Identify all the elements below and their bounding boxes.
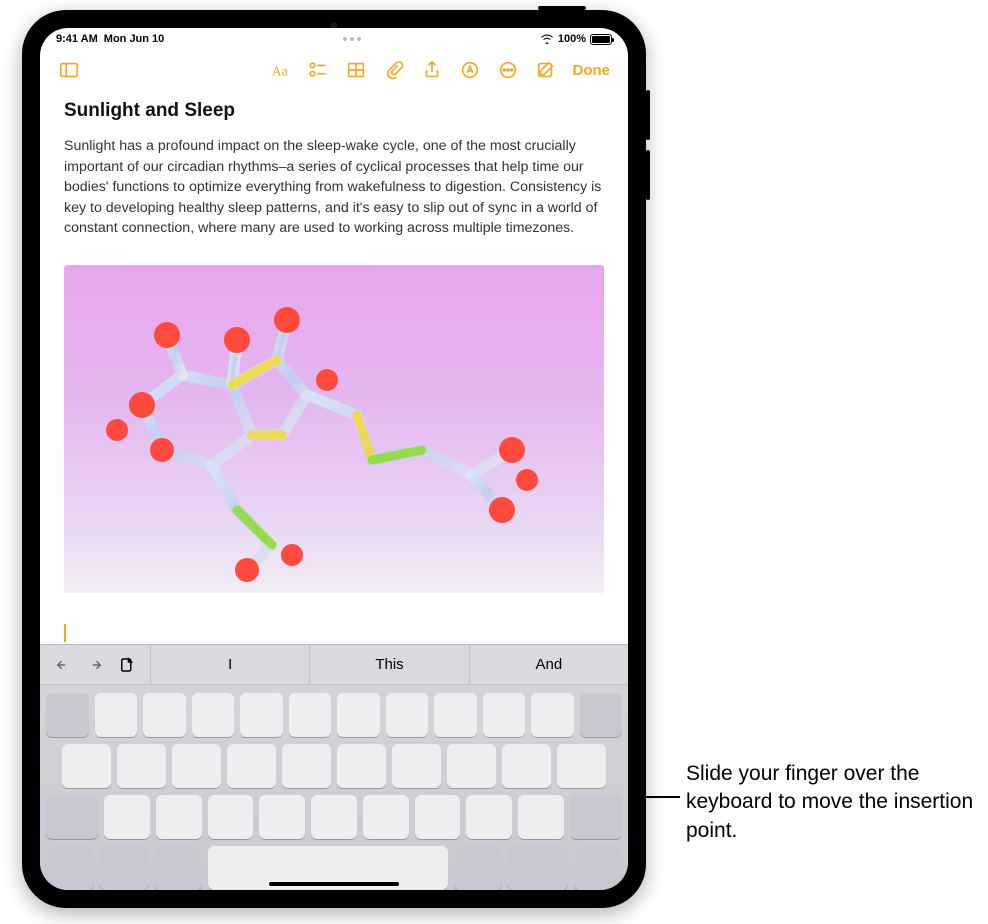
compose-icon[interactable] <box>529 53 563 87</box>
key[interactable] <box>531 693 574 737</box>
volume-up-button <box>646 90 650 140</box>
key[interactable] <box>46 693 89 737</box>
key[interactable] <box>466 795 512 839</box>
key[interactable] <box>483 693 526 737</box>
key[interactable] <box>447 744 496 788</box>
attachment-icon[interactable] <box>377 53 411 87</box>
callout-leader-line <box>640 663 642 835</box>
key[interactable] <box>311 795 357 839</box>
key[interactable] <box>62 744 111 788</box>
key[interactable] <box>282 744 331 788</box>
key[interactable] <box>104 795 150 839</box>
key[interactable] <box>337 693 380 737</box>
battery-icon <box>590 34 612 45</box>
key[interactable] <box>415 795 461 839</box>
numbers-key[interactable] <box>46 846 94 890</box>
keyboard-keys[interactable] <box>40 685 628 890</box>
note-image-molecule[interactable] <box>64 265 604 593</box>
key[interactable] <box>386 693 429 737</box>
status-date: Mon Jun 10 <box>104 33 165 45</box>
markup-icon[interactable] <box>453 53 487 87</box>
svg-text:Aa: Aa <box>271 64 287 79</box>
redo-icon[interactable] <box>86 656 104 674</box>
table-icon[interactable] <box>339 53 373 87</box>
note-paragraph: Sunlight has a profound impact on the sl… <box>64 136 604 239</box>
punctuation-key[interactable] <box>454 846 502 890</box>
more-icon[interactable] <box>491 53 525 87</box>
share-icon[interactable] <box>415 53 449 87</box>
sidebar-toggle-icon[interactable] <box>52 53 86 87</box>
ipad-frame: 9:41 AM Mon Jun 10 100% <box>22 10 646 908</box>
callout-text: Slide your finger over the keyboard to m… <box>686 760 976 845</box>
mic-key[interactable] <box>154 846 202 890</box>
undo-icon[interactable] <box>54 656 72 674</box>
key[interactable] <box>192 693 235 737</box>
shift-key[interactable] <box>46 795 98 839</box>
return-key[interactable] <box>508 846 568 890</box>
home-indicator[interactable] <box>269 882 399 886</box>
status-time: 9:41 AM <box>56 33 98 45</box>
key[interactable] <box>117 744 166 788</box>
battery-percent: 100% <box>558 33 586 45</box>
key[interactable] <box>156 795 202 839</box>
key[interactable] <box>172 744 221 788</box>
dismiss-keyboard-key[interactable] <box>574 846 622 890</box>
key[interactable] <box>557 744 606 788</box>
key[interactable] <box>259 795 305 839</box>
emoji-key[interactable] <box>100 846 148 890</box>
key[interactable] <box>95 693 138 737</box>
keyboard-suggestion[interactable]: And <box>469 645 628 684</box>
onscreen-keyboard[interactable]: I This And <box>40 644 628 890</box>
volume-down-button <box>646 150 650 200</box>
key[interactable] <box>580 693 623 737</box>
checklist-icon[interactable] <box>301 53 335 87</box>
key[interactable] <box>392 744 441 788</box>
screen: 9:41 AM Mon Jun 10 100% <box>40 28 628 890</box>
backspace-key[interactable] <box>570 795 622 839</box>
key[interactable] <box>363 795 409 839</box>
callout-leader-line <box>640 796 680 798</box>
text-cursor <box>64 624 66 642</box>
key[interactable] <box>227 744 276 788</box>
status-bar: 9:41 AM Mon Jun 10 100% <box>40 28 628 50</box>
done-button[interactable]: Done <box>567 62 617 79</box>
key[interactable] <box>502 744 551 788</box>
power-button <box>538 6 586 10</box>
scan-text-icon[interactable] <box>118 656 136 674</box>
multitask-dots-icon[interactable] <box>343 37 361 41</box>
note-body[interactable]: Sunlight and Sleep Sunlight has a profou… <box>40 90 628 251</box>
key[interactable] <box>289 693 332 737</box>
wifi-icon <box>540 34 554 44</box>
format-text-icon[interactable]: Aa <box>263 53 297 87</box>
key[interactable] <box>143 693 186 737</box>
key[interactable] <box>434 693 477 737</box>
key[interactable] <box>240 693 283 737</box>
notes-toolbar: Aa <box>40 50 628 90</box>
key[interactable] <box>518 795 564 839</box>
keyboard-suggestion-bar: I This And <box>40 645 628 685</box>
keyboard-suggestion[interactable]: I <box>150 645 309 684</box>
key[interactable] <box>208 795 254 839</box>
keyboard-suggestion[interactable]: This <box>309 645 468 684</box>
key[interactable] <box>337 744 386 788</box>
note-title: Sunlight and Sleep <box>64 100 604 122</box>
